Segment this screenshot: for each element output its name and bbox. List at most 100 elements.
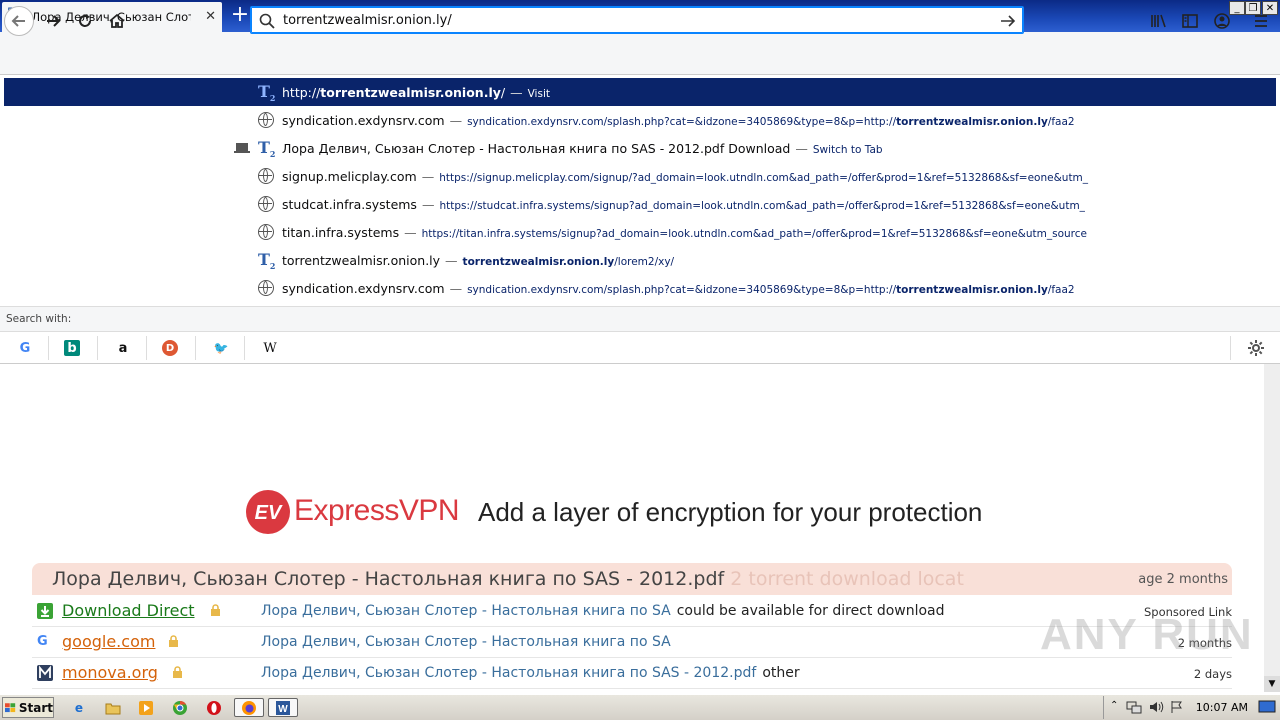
ad-tagline[interactable]: Add a layer of encryption for your prote… xyxy=(478,497,982,528)
switch-tab-icon xyxy=(234,143,250,153)
library-button[interactable] xyxy=(1144,6,1174,36)
search-settings-gear-icon[interactable] xyxy=(1247,339,1265,357)
engine-divider xyxy=(244,336,245,360)
autocomplete-row-visit[interactable]: T2 http://torrentzwealmisr.onion.ly/— Vis… xyxy=(4,78,1276,106)
row-separator: — xyxy=(421,168,435,184)
result-note: other xyxy=(762,665,800,681)
home-icon xyxy=(109,13,125,28)
bing-search-engine-icon[interactable]: b xyxy=(64,340,80,356)
reload-icon xyxy=(79,14,91,27)
duckduckgo-search-engine-icon[interactable]: D xyxy=(162,340,178,356)
word-taskbar-button[interactable]: W xyxy=(268,698,298,717)
engine-divider xyxy=(48,336,49,360)
reload-button[interactable] xyxy=(70,6,100,36)
word-icon: W xyxy=(276,700,290,715)
row-separator: — xyxy=(449,112,463,128)
result-row[interactable]: monova.org Лора Делвич, Сьюзан Слотер - … xyxy=(32,658,1232,689)
flag-icon[interactable] xyxy=(1170,700,1184,714)
row-title: syndication.exdynsrv.com xyxy=(282,112,445,128)
row-action-label: Visit xyxy=(527,87,550,100)
go-arrow-icon[interactable] xyxy=(999,13,1017,29)
row-title: torrentzwealmisr.onion.ly xyxy=(282,252,441,268)
internet-explorer-icon[interactable]: e xyxy=(68,698,90,717)
download-icon xyxy=(37,603,53,619)
page-scrollbar[interactable] xyxy=(1264,364,1280,692)
row-title: studcat.infra.systems xyxy=(282,196,417,212)
search-icon xyxy=(259,13,275,29)
autocomplete-row-switch-tab[interactable]: T2 Лора Делвич, Сьюзан Слотер - Настольн… xyxy=(4,134,1276,162)
autocomplete-row[interactable]: titan.infra.systems — https://titan.infra.… xyxy=(4,218,1276,246)
show-desktop-icon[interactable] xyxy=(1258,700,1276,714)
volume-icon[interactable] xyxy=(1148,700,1164,714)
wikipedia-search-engine-icon[interactable]: W xyxy=(259,338,281,358)
url-input[interactable]: torrentzwealmisr.onion.ly/ xyxy=(283,13,452,28)
autocomplete-row[interactable]: studcat.infra.systems — https://studcat.in… xyxy=(4,190,1276,218)
globe-icon xyxy=(258,168,274,184)
twitter-search-engine-icon[interactable]: 🐦 xyxy=(210,338,232,358)
row-title: signup.melicplay.com xyxy=(282,168,417,184)
account-icon xyxy=(1214,13,1230,29)
row-separator: — xyxy=(404,224,417,240)
engine-divider xyxy=(1230,336,1231,360)
chrome-icon[interactable] xyxy=(169,698,191,717)
autocomplete-row[interactable]: syndication.exdynsrv.com — syndication.exd… xyxy=(4,106,1276,134)
row-url-suffix: /faa2 xyxy=(1047,283,1075,296)
result-description[interactable]: Лора Делвич, Сьюзан Слотер - Настольная … xyxy=(261,665,756,681)
menu-button[interactable] xyxy=(1246,6,1276,36)
expressvpn-logo-icon: EV xyxy=(246,490,290,534)
google-search-engine-icon[interactable]: G xyxy=(14,338,36,358)
scroll-down-arrow-icon[interactable]: ▼ xyxy=(1264,676,1280,692)
sidebar-button[interactable] xyxy=(1175,6,1205,36)
autocomplete-row[interactable]: syndication.exdynsrv.com — syndication.exd… xyxy=(4,274,1276,302)
row-separator: — xyxy=(421,196,435,212)
row-separator: — xyxy=(449,280,463,296)
result-description[interactable]: Лора Делвич, Сьюзан Слотер - Настольная … xyxy=(261,603,671,619)
network-icon[interactable] xyxy=(1126,700,1142,714)
row-url-domain: torrentzwealmisr.onion.ly xyxy=(896,283,1048,296)
account-button[interactable] xyxy=(1207,6,1237,36)
result-description[interactable]: Лора Делвич, Сьюзан Слотер - Настольная … xyxy=(261,634,671,650)
row-url-domain: torrentzwealmisr.onion.ly xyxy=(896,115,1048,128)
result-site-link[interactable]: google.com xyxy=(62,632,155,651)
ad-brand[interactable]: ExpressVPN xyxy=(294,494,460,528)
tab-close-icon[interactable]: ✕ xyxy=(205,9,216,24)
opera-icon[interactable] xyxy=(203,698,225,717)
site-favicon-icon: T2 xyxy=(258,82,276,104)
expressvpn-logo-text: EV xyxy=(255,502,283,524)
library-icon xyxy=(1151,14,1166,28)
result-site-link[interactable]: monova.org xyxy=(62,663,158,682)
globe-icon xyxy=(258,224,274,240)
result-header: Лора Делвич, Сьюзан Слотер - Настольная … xyxy=(32,563,1232,595)
start-button[interactable]: Start xyxy=(2,697,54,718)
autocomplete-row[interactable]: signup.melicplay.com — https://signup.meli… xyxy=(4,162,1276,190)
url-bar[interactable]: torrentzwealmisr.onion.ly/ xyxy=(250,6,1024,34)
clock[interactable]: 10:07 AM xyxy=(1196,701,1248,714)
firefox-icon xyxy=(242,700,256,715)
back-button[interactable] xyxy=(4,6,34,36)
site-favicon-icon: T2 xyxy=(258,138,276,160)
firefox-taskbar-button[interactable] xyxy=(234,698,264,717)
row-url-suffix: /lorem2/xy/ xyxy=(614,255,675,268)
start-label: Start xyxy=(18,700,53,715)
row-separator: — xyxy=(445,252,458,268)
row-url: https://titan.infra.systems/signup?ad_do… xyxy=(421,227,1087,240)
lock-icon xyxy=(173,666,182,678)
row-separator: — xyxy=(795,140,808,156)
row-separator: — xyxy=(510,84,523,100)
explorer-folder-icon[interactable] xyxy=(102,698,124,717)
forward-button[interactable] xyxy=(38,6,68,36)
sidebar-icon xyxy=(1182,14,1198,28)
amazon-search-engine-icon[interactable]: a xyxy=(112,338,134,358)
autocomplete-row[interactable]: T2 torrentzwealmisr.onion.ly — torrentzwea… xyxy=(4,246,1276,274)
tray-expand-icon[interactable]: ⌃ xyxy=(1110,700,1118,711)
new-tab-button[interactable]: + xyxy=(228,3,252,27)
media-player-icon[interactable] xyxy=(135,698,157,717)
home-button[interactable] xyxy=(102,6,132,36)
arrow-left-icon xyxy=(11,15,25,27)
row-title: titan.infra.systems xyxy=(282,224,400,240)
search-with-label: Search with: xyxy=(6,313,72,325)
result-age: age 2 months xyxy=(1138,572,1228,587)
row-url-domain: torrentzwealmisr.onion.ly xyxy=(462,255,615,268)
result-site-link[interactable]: Download Direct xyxy=(62,601,195,620)
engine-divider xyxy=(97,336,98,360)
